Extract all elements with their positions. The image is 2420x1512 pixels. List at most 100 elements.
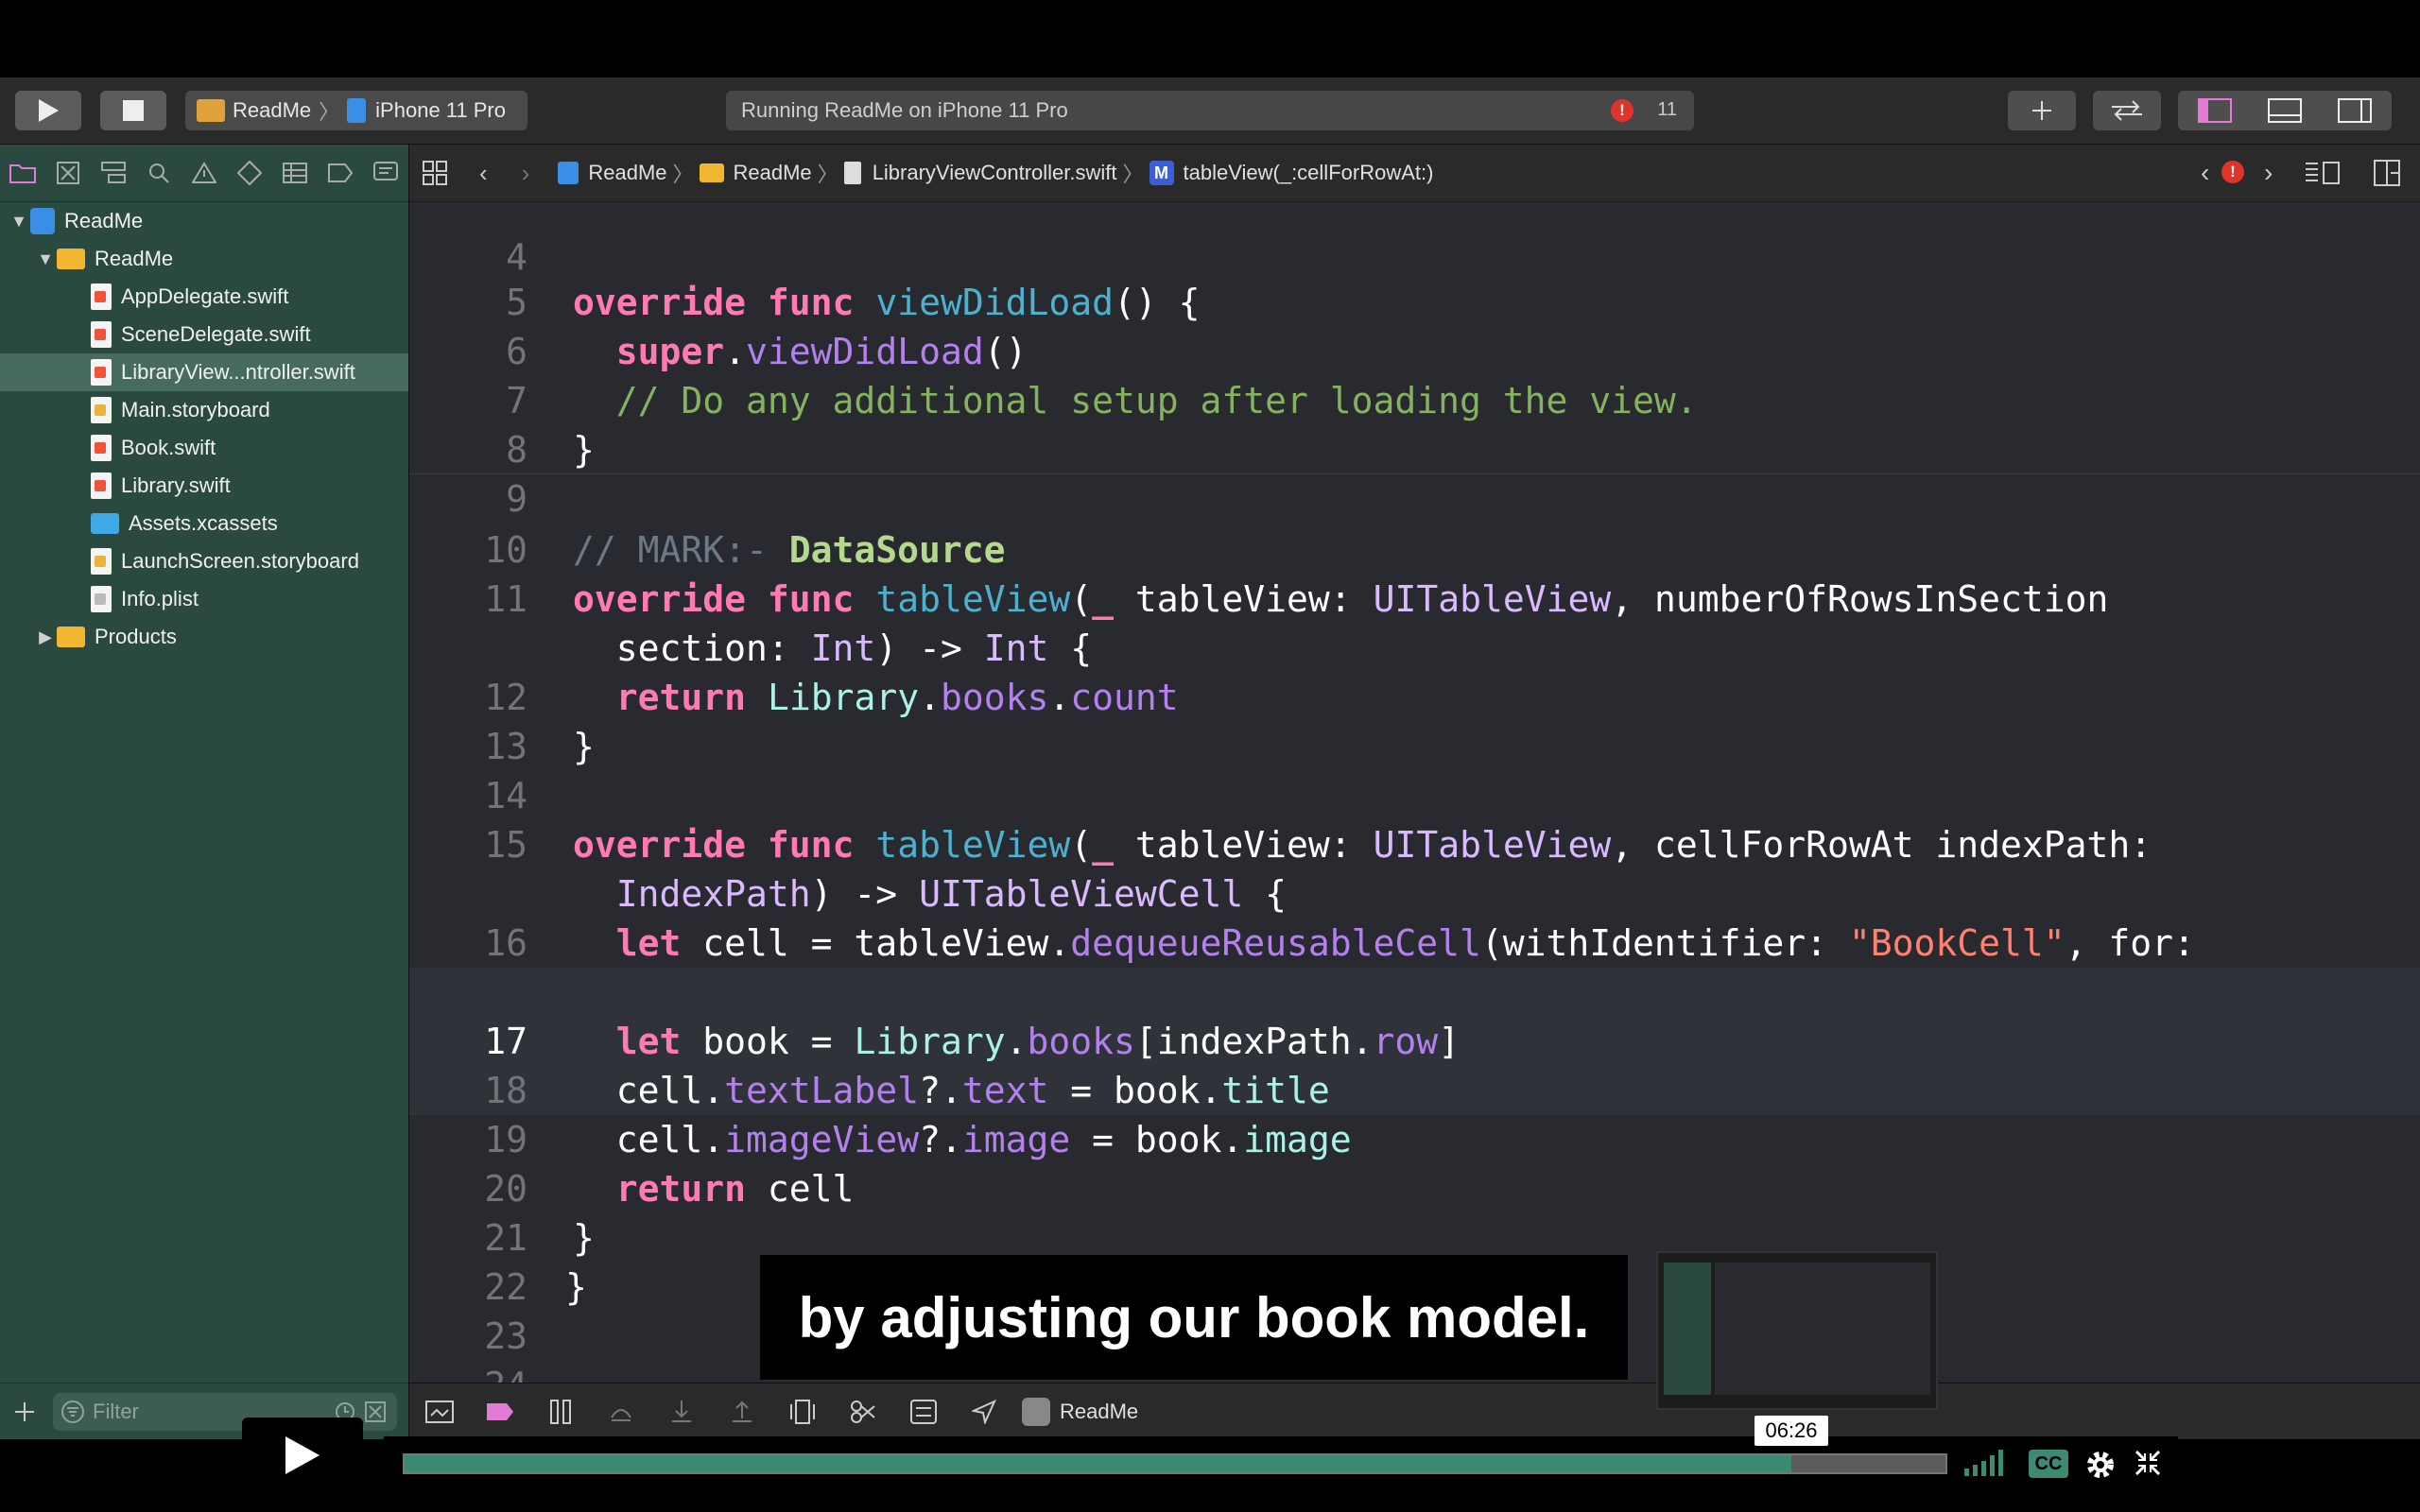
add-file-button[interactable] — [13, 1400, 36, 1428]
asset-catalog-icon — [91, 513, 119, 534]
sliders-icon — [910, 1400, 937, 1424]
left-panel-icon — [2198, 98, 2232, 123]
issue-navigator-tab[interactable] — [182, 154, 227, 192]
back-icon[interactable]: ‹ — [479, 159, 488, 188]
swift-file-icon — [91, 472, 112, 499]
code-review-button[interactable] — [2093, 91, 2161, 130]
tree-item-label: SceneDelegate.swift — [121, 322, 311, 346]
disclosure-triangle-icon[interactable]: ▼ — [8, 212, 30, 232]
report-navigator-tab[interactable] — [363, 154, 408, 192]
add-editor-icon[interactable] — [2374, 160, 2400, 186]
toggle-debug-area-button[interactable] — [2250, 91, 2320, 130]
source-control-filter-icon[interactable] — [365, 1401, 386, 1422]
tree-item-file[interactable]: Info.plist — [0, 580, 408, 618]
chevron-right-icon: 〉 — [817, 163, 838, 186]
tree-item-label: Products — [95, 625, 177, 648]
debug-target-label[interactable]: ReadMe — [1060, 1400, 1138, 1424]
toggle-navigator-button[interactable] — [2180, 91, 2250, 130]
closed-captions-button[interactable]: CC — [2029, 1450, 2068, 1478]
panel-toggles — [2178, 91, 2392, 130]
video-scrubber[interactable] — [384, 1436, 2178, 1493]
run-button[interactable] — [15, 91, 81, 130]
environment-overrides-button[interactable] — [901, 1393, 946, 1431]
play-icon — [285, 1436, 320, 1474]
settings-button[interactable] — [2085, 1450, 2116, 1480]
tree-item-file[interactable]: Library.swift — [0, 467, 408, 505]
symbol-navigator-tab[interactable] — [91, 154, 136, 192]
step-out-icon — [733, 1400, 752, 1422]
app-icon — [197, 99, 225, 122]
tree-item-file[interactable]: Book.swift — [0, 429, 408, 467]
file-tree: ▼ ReadMe ▼ ReadMe AppDelegate.swift Scen… — [0, 202, 408, 656]
memory-graph-icon — [851, 1400, 875, 1423]
swift-file-icon — [91, 435, 112, 461]
pause-button[interactable] — [538, 1393, 583, 1431]
chevron-right-icon: 〉 — [319, 100, 340, 124]
tree-item-label: AppDelegate.swift — [121, 284, 289, 308]
related-items-icon[interactable] — [423, 161, 447, 185]
error-icon[interactable]: ! — [2221, 161, 2244, 183]
breadcrumb-symbol[interactable]: tableView(_:cellForRowAt:) — [1184, 161, 1434, 185]
video-subtitle: by adjusting our book model. — [760, 1255, 1628, 1380]
memory-graph-button[interactable] — [840, 1393, 886, 1431]
video-play-button[interactable] — [242, 1418, 363, 1493]
chevron-right-icon: 〉 — [672, 163, 694, 186]
tree-item-file[interactable]: Main.storyboard — [0, 391, 408, 429]
error-icon[interactable]: ! — [1611, 99, 1634, 122]
disclosure-triangle-icon[interactable]: ▶ — [34, 627, 57, 647]
scheme-app-name: ReadMe — [233, 98, 312, 122]
video-letterbox-top — [0, 0, 2420, 77]
breakpoint-navigator-tab[interactable] — [318, 154, 363, 192]
view-hierarchy-button[interactable] — [780, 1393, 825, 1431]
step-into-button[interactable] — [659, 1393, 704, 1431]
debug-navigator-tab[interactable] — [272, 154, 318, 192]
tree-item-file[interactable]: LaunchScreen.storyboard — [0, 542, 408, 580]
hide-debug-area-button[interactable] — [417, 1393, 462, 1431]
adjust-editor-options-icon[interactable] — [2305, 161, 2341, 185]
plus-icon — [15, 1402, 34, 1421]
breakpoint-icon — [487, 1403, 513, 1420]
previous-issue-icon[interactable]: ‹ — [2201, 158, 2209, 188]
breadcrumb-project[interactable]: ReadMe — [588, 161, 666, 185]
library-button[interactable] — [2008, 91, 2076, 130]
breadcrumb-file[interactable]: LibraryViewController.swift — [873, 161, 1117, 185]
fullscreen-icon — [2135, 1450, 2161, 1476]
step-out-button[interactable] — [719, 1393, 765, 1431]
test-navigator-tab[interactable] — [227, 154, 272, 192]
swap-arrows-icon — [2112, 100, 2142, 121]
tree-item-label: LaunchScreen.storyboard — [121, 549, 359, 573]
find-navigator-tab[interactable] — [136, 154, 182, 192]
tree-item-group[interactable]: ▶ Products — [0, 618, 408, 656]
progress-fill — [405, 1455, 1791, 1472]
disclosure-triangle-icon[interactable]: ▼ — [34, 249, 57, 269]
step-over-button[interactable] — [598, 1393, 644, 1431]
tree-item-file[interactable]: SceneDelegate.swift — [0, 316, 408, 353]
message-icon — [373, 162, 398, 180]
tree-item-label: Info.plist — [121, 587, 199, 610]
volume-button[interactable] — [1964, 1450, 2010, 1476]
next-issue-icon[interactable]: › — [2264, 158, 2273, 188]
forward-icon[interactable]: › — [522, 159, 530, 188]
error-count[interactable]: 11 — [1657, 99, 1677, 121]
tree-item-file[interactable]: AppDelegate.swift — [0, 278, 408, 316]
project-icon — [558, 162, 579, 184]
bottom-panel-icon — [2268, 98, 2302, 123]
project-navigator-tab[interactable] — [0, 154, 45, 192]
xcode-project-icon — [30, 208, 55, 234]
progress-track[interactable] — [403, 1453, 1947, 1474]
source-control-tab[interactable] — [45, 154, 91, 192]
simulate-location-button[interactable] — [961, 1393, 1007, 1431]
fullscreen-button[interactable] — [2135, 1450, 2161, 1476]
breakpoints-toggle-button[interactable] — [477, 1393, 523, 1431]
tree-item-group[interactable]: ▼ ReadMe — [0, 240, 408, 278]
tree-item-file[interactable]: Assets.xcassets — [0, 505, 408, 542]
source-editor[interactable]: 4 5 override func viewDidLoad() { 6 super… — [409, 202, 2420, 1383]
scheme-selector[interactable]: ReadMe 〉 iPhone 11 Pro — [185, 91, 527, 130]
breadcrumb-group[interactable]: ReadMe — [734, 161, 812, 185]
stop-button[interactable] — [100, 91, 166, 130]
tree-item-file-selected[interactable]: LibraryView...ntroller.swift — [0, 353, 408, 391]
tree-item-project[interactable]: ▼ ReadMe — [0, 202, 408, 240]
source-control-icon — [57, 162, 79, 184]
warning-icon — [192, 162, 216, 183]
toggle-inspector-button[interactable] — [2320, 91, 2390, 130]
